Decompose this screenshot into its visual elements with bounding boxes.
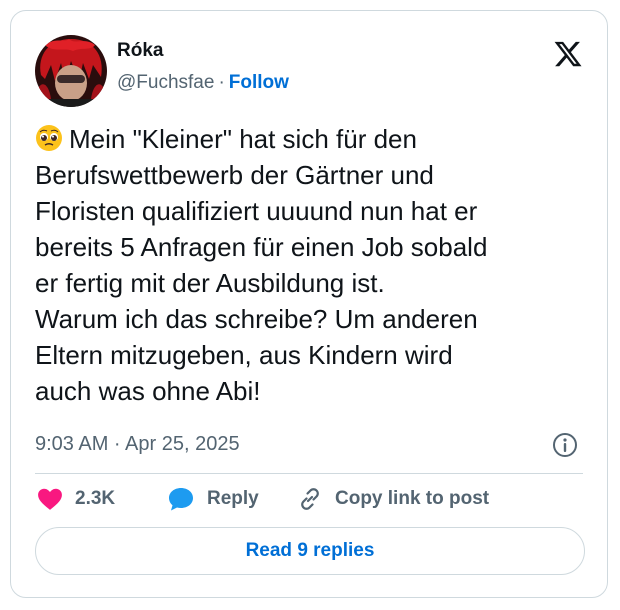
- tweet-timestamp[interactable]: 9:03 AM · Apr 25, 2025: [35, 431, 240, 457]
- reply-label: Reply: [207, 488, 259, 509]
- handle-row: @Fuchsfae · Follow: [117, 71, 289, 95]
- copy-link-button[interactable]: Copy link to post: [297, 481, 489, 517]
- tweet-line: Berufswettbewerb der Gärtner und: [35, 160, 434, 190]
- user-handle[interactable]: @Fuchsfae: [117, 72, 214, 93]
- read-replies-button[interactable]: Read 9 replies: [35, 527, 585, 575]
- link-icon: [297, 486, 323, 512]
- tweet-line: er fertig mit der Ausbildung ist.: [35, 268, 385, 298]
- reply-bubble-icon: [167, 486, 195, 512]
- follow-button[interactable]: Follow: [229, 72, 289, 93]
- tweet-line: Eltern mitzugeben, aus Kindern wird: [35, 340, 453, 370]
- copy-link-label: Copy link to post: [335, 488, 490, 509]
- like-count: 2.3K: [75, 488, 116, 509]
- pleading-face-emoji: [35, 124, 63, 152]
- tweet-line: Warum ich das schreibe? Um anderen: [35, 304, 478, 334]
- divider: [35, 473, 583, 474]
- tweet-line: Mein "Kleiner" hat sich für den: [35, 121, 595, 157]
- tweet-line: Floristen qualifiziert uuuund nun hat er: [35, 196, 478, 226]
- heart-icon: [37, 487, 63, 511]
- avatar[interactable]: [35, 35, 107, 107]
- tweet-text: Mein "Kleiner" hat sich für den Berufswe…: [35, 121, 595, 409]
- like-button[interactable]: 2.3K: [37, 481, 115, 517]
- info-icon[interactable]: [551, 431, 579, 459]
- separator-dot: ·: [218, 72, 225, 93]
- reply-button[interactable]: Reply: [167, 481, 259, 517]
- display-name[interactable]: Róka: [117, 39, 163, 63]
- x-logo-icon[interactable]: [553, 39, 583, 69]
- tweet-card: Róka @Fuchsfae · Follow Mein "Kleiner" hat…: [10, 10, 608, 598]
- tweet-line-text: Mein "Kleiner" hat sich für den: [69, 124, 417, 154]
- tweet-line: auch was ohne Abi!: [35, 376, 261, 406]
- tweet-line: bereits 5 Anfragen für einen Job sobald: [35, 232, 488, 262]
